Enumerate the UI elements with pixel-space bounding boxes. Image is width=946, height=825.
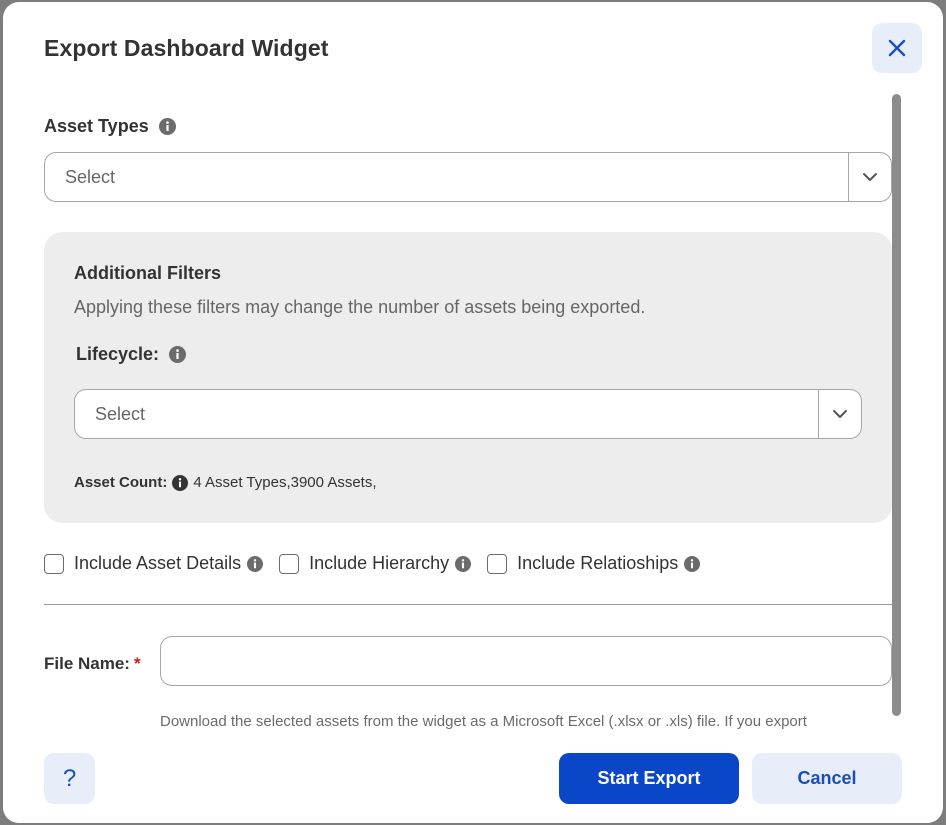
asset-types-label-group: Asset Types [44, 116, 176, 137]
include-relationships-option[interactable]: Include Relatioships [487, 553, 701, 574]
include-hierarchy-checkbox[interactable] [279, 553, 300, 574]
include-hierarchy-label: Include Hierarchy [309, 553, 450, 573]
include-asset-details-option[interactable]: Include Asset Details [44, 553, 264, 574]
info-icon[interactable] [172, 474, 189, 491]
additional-filters-panel: Additional Filters Applying these filter… [44, 232, 892, 523]
dialog-body: Asset Types Select Additional Filters Ap… [3, 92, 943, 732]
help-icon: ? [62, 764, 77, 792]
file-name-input[interactable] [160, 636, 892, 686]
file-name-label: File Name: * [44, 654, 141, 674]
asset-count-label: Asset Count: [74, 474, 168, 491]
export-dialog: Export Dashboard Widget Asset Types Sele… [3, 2, 943, 823]
asset-count: Asset Count: 4 Asset Types,3900 Assets, [74, 474, 377, 491]
scrollbar[interactable] [892, 94, 901, 716]
asset-types-select[interactable]: Select [44, 152, 892, 202]
lifecycle-select[interactable]: Select [74, 389, 862, 439]
start-export-button[interactable]: Start Export [559, 753, 739, 804]
section-divider [44, 604, 892, 605]
info-icon[interactable] [247, 555, 264, 572]
file-name-help-text: Download the selected assets from the wi… [160, 713, 807, 730]
close-icon [888, 39, 906, 57]
lifecycle-placeholder: Select [95, 403, 146, 424]
asset-count-value: 4 Asset Types,3900 Assets, [193, 474, 377, 491]
dialog-title: Export Dashboard Widget [44, 35, 329, 61]
asset-types-label: Asset Types [44, 116, 149, 136]
chevron-down-icon[interactable] [848, 153, 891, 201]
lifecycle-label-group: Lifecycle: [76, 344, 187, 365]
cancel-button[interactable]: Cancel [752, 753, 902, 804]
close-button[interactable] [872, 23, 922, 73]
info-icon[interactable] [169, 346, 187, 363]
export-options: Include Asset Details Include Hierarchy … [44, 553, 716, 574]
include-relationships-checkbox[interactable] [487, 553, 508, 574]
filters-title: Additional Filters [74, 263, 222, 283]
include-relationships-label: Include Relatioships [517, 553, 679, 573]
info-icon[interactable] [455, 555, 472, 572]
info-icon[interactable] [684, 555, 701, 572]
filters-description: Applying these filters may change the nu… [74, 297, 646, 317]
include-asset-details-checkbox[interactable] [44, 553, 64, 574]
help-button[interactable]: ? [44, 753, 95, 804]
file-name-label-text: File Name: [44, 654, 130, 673]
asset-types-placeholder: Select [65, 166, 116, 187]
include-hierarchy-option[interactable]: Include Hierarchy [279, 553, 472, 574]
chevron-down-icon[interactable] [818, 390, 861, 438]
required-marker: * [133, 654, 141, 673]
info-icon[interactable] [158, 118, 176, 135]
lifecycle-label: Lifecycle: [76, 344, 160, 364]
include-asset-details-label: Include Asset Details [74, 553, 242, 573]
